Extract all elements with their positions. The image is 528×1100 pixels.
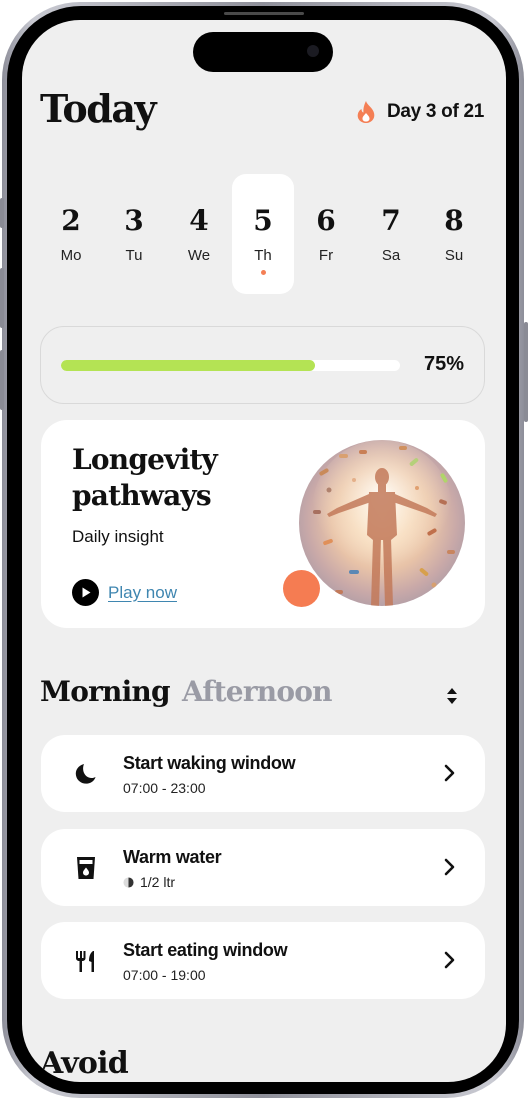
volume-up-button: [0, 268, 4, 328]
item-amount: 1/2 ltr: [140, 874, 176, 890]
item-time: 07:00 - 19:00: [123, 967, 206, 983]
insight-title: Longevity pathways: [72, 442, 218, 514]
orange-accent-dot: [283, 570, 320, 607]
avoid-section-title: Avoid: [40, 1046, 129, 1081]
power-button: [524, 322, 528, 422]
insight-title-line2: pathways: [72, 479, 212, 512]
earpiece-speaker: [224, 12, 304, 15]
flame-icon: [357, 101, 375, 123]
dynamic-island: [193, 32, 333, 72]
moon-icon: [75, 764, 96, 784]
day-label: Fr: [318, 247, 334, 264]
tab-afternoon[interactable]: Afternoon: [182, 675, 332, 708]
list-item-waking-window[interactable]: Start waking window 07:00 - 23:00: [41, 735, 485, 812]
item-title: Start waking window: [123, 753, 296, 773]
day-item[interactable]: 3 Tu: [103, 174, 165, 294]
human-figure-illustration: [312, 440, 455, 606]
progress-card: 75%: [40, 326, 485, 404]
day-label: Th: [254, 247, 272, 264]
day-label: Su: [444, 247, 464, 264]
day-item[interactable]: 4 We: [168, 174, 230, 294]
day-item[interactable]: 2 Mo: [40, 174, 102, 294]
list-item-warm-water[interactable]: Warm water 1/2 ltr: [41, 829, 485, 906]
water-glass-icon: [77, 857, 95, 879]
play-icon: [72, 579, 99, 606]
day-number: 4: [189, 204, 209, 237]
item-subtitle: 07:00 - 23:00: [123, 780, 206, 796]
day-number: 8: [444, 204, 464, 237]
daily-insight-card[interactable]: Longevity pathways Daily insight Play no…: [41, 420, 485, 628]
item-subtitle: 1/2 ltr: [123, 874, 175, 890]
item-title: Start eating window: [123, 940, 288, 960]
chevron-right-icon: [444, 858, 455, 876]
front-camera: [307, 45, 319, 57]
insight-title-line1: Longevity: [72, 443, 218, 476]
day-number: 3: [124, 204, 144, 237]
utensils-icon: [76, 951, 94, 972]
list-item-eating-window[interactable]: Start eating window 07:00 - 19:00: [41, 922, 485, 999]
day-label: Sa: [381, 247, 401, 264]
day-number: 5: [253, 204, 273, 237]
play-now-button[interactable]: Play now: [72, 579, 177, 606]
day-number: 7: [381, 204, 401, 237]
time-of-day-tabs: Morning Afternoon: [40, 675, 464, 725]
page-title: Today: [40, 86, 157, 131]
chevron-right-icon: [444, 951, 455, 969]
item-subtitle: 07:00 - 19:00: [123, 967, 206, 983]
insight-image: [299, 440, 465, 606]
chevron-right-icon: [444, 764, 455, 782]
tab-morning[interactable]: Morning: [40, 675, 171, 708]
day-item-selected[interactable]: 5 Th: [232, 174, 294, 294]
insight-subtitle: Daily insight: [72, 527, 164, 546]
day-item[interactable]: 8 Su: [423, 174, 485, 294]
streak-indicator: Day 3 of 21: [355, 100, 484, 124]
streak-text: Day 3 of 21: [386, 101, 484, 122]
progress-bar: [61, 360, 400, 371]
play-now-link[interactable]: Play now: [108, 583, 177, 603]
day-number: 6: [316, 204, 336, 237]
today-dot-indicator: [260, 270, 266, 275]
day-label: Mo: [60, 247, 82, 264]
progress-bar-fill: [61, 360, 316, 371]
day-item[interactable]: 7 Sa: [360, 174, 422, 294]
sort-icon[interactable]: [446, 687, 458, 705]
day-item[interactable]: 6 Fr: [295, 174, 357, 294]
volume-down-button: [0, 350, 4, 410]
item-time: 07:00 - 23:00: [123, 780, 206, 796]
action-button: [0, 198, 4, 228]
week-day-selector: 2 Mo 3 Tu 4 We 5 Th 6 Fr 7 Sa 8 Su: [40, 174, 488, 294]
half-circle-icon: [123, 876, 134, 888]
app-screen: Today Day 3 of 21 2 Mo 3 Tu 4 We 5 Th 6 …: [22, 20, 506, 1082]
day-number: 2: [61, 204, 81, 237]
item-title: Warm water: [123, 847, 222, 867]
day-label: Tu: [125, 247, 143, 264]
day-label: We: [187, 247, 211, 264]
progress-percent: 75%: [423, 353, 464, 375]
